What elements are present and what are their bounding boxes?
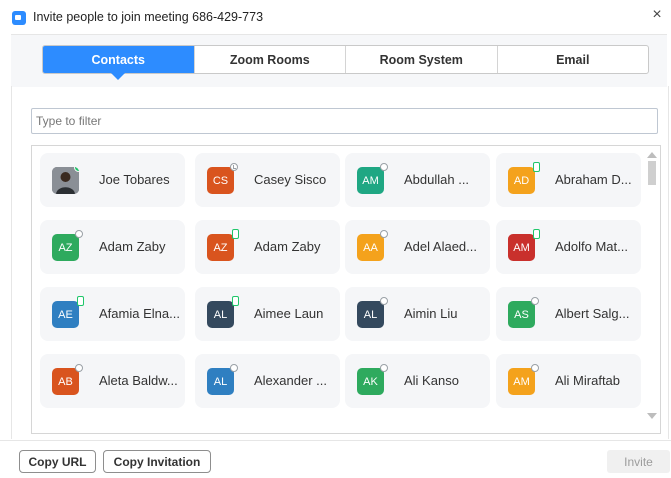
scroll-thumb[interactable] [648,161,656,185]
invite-button[interactable]: Invite [607,450,670,473]
contact-card[interactable]: AL Aimin Liu [345,287,490,341]
avatar: AE [52,296,84,328]
close-icon[interactable]: × [649,7,665,23]
contact-name: Adel Alaed... [404,239,477,254]
contact-name: Joe Tobares [99,172,170,187]
presence-phone-icon [77,296,84,306]
contact-name: Aimin Liu [404,306,458,321]
contact-card[interactable]: AB Aleta Baldw... [40,354,185,408]
contact-card[interactable]: AZ Adam Zaby [40,220,185,274]
avatar: AA [357,230,388,261]
avatar: AB [52,364,83,395]
contact-name: Aleta Baldw... [99,373,178,388]
tab-email[interactable]: Email [498,46,649,73]
avatar-initials: AK [363,375,378,388]
contact-card[interactable]: AM Ali Miraftab [496,354,641,408]
tab-bar: Contacts Zoom Rooms Room System Email [42,45,649,80]
contacts-grid: Joe Tobares CS Casey Sisco AM Abdullah ... AD… [31,145,661,434]
presence-offline-icon [75,230,83,238]
contact-name: Abdullah ... [404,172,470,187]
avatar: AL [207,364,238,395]
presence-phone-icon [533,229,540,239]
contact-card[interactable]: AZ Adam Zaby [195,220,340,274]
contact-name: Alexander ... [254,373,327,388]
avatar-initials: AM [362,174,379,187]
contact-name: Ali Miraftab [555,373,621,388]
scroll-up-arrow-icon[interactable] [647,152,657,158]
presence-offline-icon [380,230,388,238]
tab-contacts[interactable]: Contacts [43,46,195,80]
avatar: AL [357,297,388,328]
avatar-initials: AL [363,308,378,321]
avatar: AZ [52,230,83,261]
contact-card[interactable]: AK Ali Kanso [345,354,490,408]
contact-card[interactable]: AL Aimee Laun [195,287,340,341]
contact-name: Aimee Laun [254,306,324,321]
avatar-initials: AM [513,241,530,254]
contact-card[interactable]: AM Adolfo Mat... [496,220,641,274]
zoom-app-icon [12,11,26,25]
tab-room-system[interactable]: Room System [346,46,498,73]
avatar-initials: AL [213,375,228,388]
avatar-initials: AL [213,308,228,321]
footer-bar [0,440,671,478]
avatar: AS [508,297,539,328]
contact-card[interactable]: AA Adel Alaed... [345,220,490,274]
copy-url-button[interactable]: Copy URL [19,450,96,473]
presence-offline-icon [531,364,539,372]
avatar: AD [508,162,540,194]
contact-name: Albert Salg... [555,306,630,321]
filter-input[interactable] [31,108,658,134]
contact-name: Adam Zaby [99,239,166,254]
avatar: CS [207,163,238,194]
presence-phone-icon [232,296,239,306]
copy-invitation-button[interactable]: Copy Invitation [103,450,211,473]
title-bar: Invite people to join meeting 686-429-77… [0,0,671,34]
scroll-down-arrow-icon[interactable] [647,413,657,419]
presence-phone-icon [232,229,239,239]
contact-name: Abraham D... [555,172,632,187]
avatar-initials: AD [513,174,530,187]
contact-name: Adam Zaby [254,239,321,254]
contact-card[interactable]: AM Abdullah ... [345,153,490,207]
avatar: AL [207,296,239,328]
contact-card[interactable]: CS Casey Sisco [195,153,340,207]
avatar: AM [508,364,539,395]
avatar-initials: AA [363,241,378,254]
contact-name: Ali Kanso [404,373,459,388]
presence-offline-icon [75,364,83,372]
contact-card[interactable]: AD Abraham D... [496,153,641,207]
avatar-initials: AZ [213,241,228,254]
presence-offline-icon [380,163,388,171]
contact-name: Afamia Elna... [99,306,180,321]
scrollbar[interactable] [643,146,660,433]
avatar-initials: AE [58,308,73,321]
avatar: AZ [207,229,239,261]
avatar: AK [357,364,388,395]
avatar-initials: AM [513,375,530,388]
avatar [52,167,79,194]
contact-card[interactable]: AL Alexander ... [195,354,340,408]
avatar: AM [508,229,540,261]
tab-zoom-rooms[interactable]: Zoom Rooms [195,46,346,73]
presence-offline-icon [380,364,388,372]
contact-card[interactable]: AS Albert Salg... [496,287,641,341]
presence-away-icon [230,163,238,171]
window-title: Invite people to join meeting 686-429-77… [33,10,264,24]
contact-name: Adolfo Mat... [555,239,628,254]
presence-offline-icon [380,297,388,305]
contact-card[interactable]: Joe Tobares [40,153,185,207]
contact-card[interactable]: AE Afamia Elna... [40,287,185,341]
avatar-initials: AS [514,308,529,321]
presence-phone-icon [533,162,540,172]
presence-offline-icon [531,297,539,305]
avatar-initials: CS [212,174,229,187]
avatar-initials: AB [58,375,73,388]
avatar: AM [357,163,388,194]
avatar-initials: AZ [58,241,73,254]
presence-offline-icon [230,364,238,372]
contact-name: Casey Sisco [254,172,327,187]
